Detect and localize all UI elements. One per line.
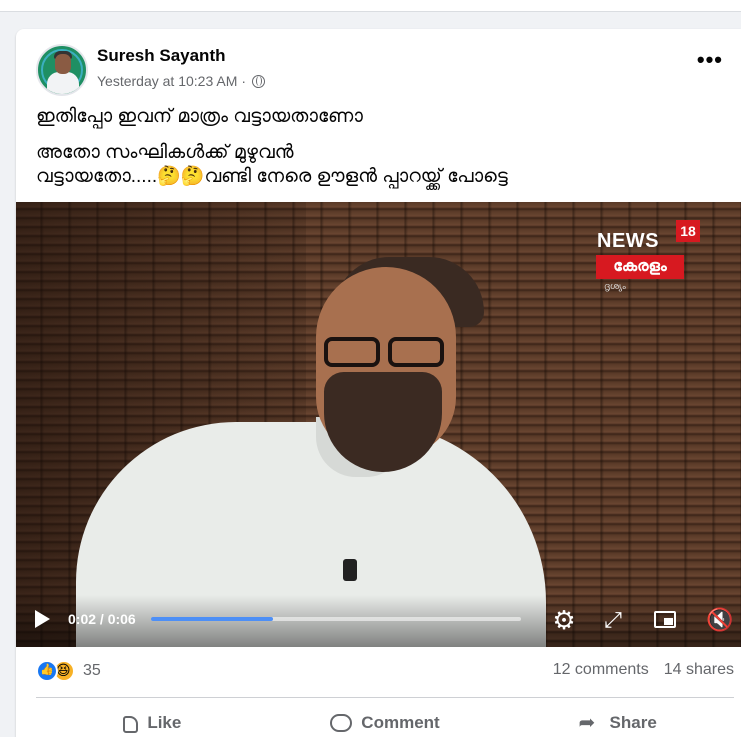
channel-name: NEWS	[597, 230, 659, 252]
more-options-button[interactable]: •••	[697, 49, 723, 71]
video-progress-fill	[151, 617, 274, 621]
fullscreen-expand-icon[interactable]: ⤢	[599, 606, 627, 634]
reactions-summary[interactable]: 35	[36, 659, 101, 683]
video-person-glasses	[324, 337, 454, 367]
share-arrow-icon: ➦	[578, 712, 596, 734]
author-name[interactable]: Suresh Sayanth	[97, 46, 226, 66]
channel-logo: NEWS 18 കേരളം ദൃശ്യം	[594, 217, 704, 291]
lapel-mic	[343, 559, 357, 581]
avatar[interactable]	[36, 44, 88, 96]
video-time: 0:02 / 0:06	[68, 611, 136, 627]
post-text-line-3: വട്ടായതോ.....🤔🤔വണ്ടി നേരെ ഊളൻ പ്പാറയ്ക്ക…	[36, 166, 508, 187]
post-text-line-2: അതോ സംഘികൾക്ക് മുഴുവൻ	[36, 142, 294, 163]
avatar-face	[55, 54, 71, 74]
like-label: Like	[147, 713, 182, 732]
post-card: Suresh Sayanth Yesterday at 10:23 AM · •…	[16, 29, 741, 737]
share-button[interactable]: ➦ Share	[501, 705, 734, 737]
video-controls: 0:02 / 0:06 ⚙ ⤢ 🔇	[16, 595, 741, 647]
globe-icon[interactable]	[252, 74, 266, 88]
picture-in-picture-icon[interactable]	[652, 606, 680, 634]
thumbs-up-icon	[123, 716, 139, 733]
settings-gear-icon[interactable]: ⚙	[550, 606, 578, 634]
channel-number: 18	[676, 220, 700, 242]
shares-count-link[interactable]: 14 shares	[664, 661, 734, 679]
engagement-stats: 12 comments 14 shares	[553, 661, 734, 679]
comment-label: Comment	[361, 713, 440, 732]
like-button[interactable]: Like	[36, 705, 269, 737]
share-label: Share	[609, 713, 657, 732]
post-actions: Like Comment ➦ Share	[36, 705, 734, 737]
post-meta: Yesterday at 10:23 AM ·	[97, 73, 266, 89]
post-text-line-1: ഇതിപ്പോ ഇവന് മാത്രം വട്ടായതാണോ	[36, 106, 363, 127]
comment-bubble-icon	[330, 714, 353, 732]
channel-subtitle: ദൃശ്യം	[604, 281, 626, 291]
play-icon[interactable]	[35, 610, 50, 628]
meta-separator: ·	[241, 73, 247, 89]
video-progress-track[interactable]	[151, 617, 521, 621]
comments-count-link[interactable]: 12 comments	[553, 661, 649, 679]
channel-region: കേരളം	[596, 255, 684, 279]
timestamp-link[interactable]: Yesterday at 10:23 AM	[97, 73, 237, 89]
reaction-count: 35	[83, 662, 101, 679]
video-player[interactable]: NEWS 18 കേരളം ദൃശ്യം 0:02 / 0:06 ⚙ ⤢ 🔇	[16, 202, 741, 647]
comment-button[interactable]: Comment	[269, 705, 502, 737]
top-bar	[0, 0, 741, 12]
muted-speaker-icon[interactable]: 🔇	[706, 606, 734, 634]
avatar-shirt	[47, 72, 79, 94]
action-divider	[36, 697, 734, 698]
like-reaction-icon	[36, 660, 58, 682]
